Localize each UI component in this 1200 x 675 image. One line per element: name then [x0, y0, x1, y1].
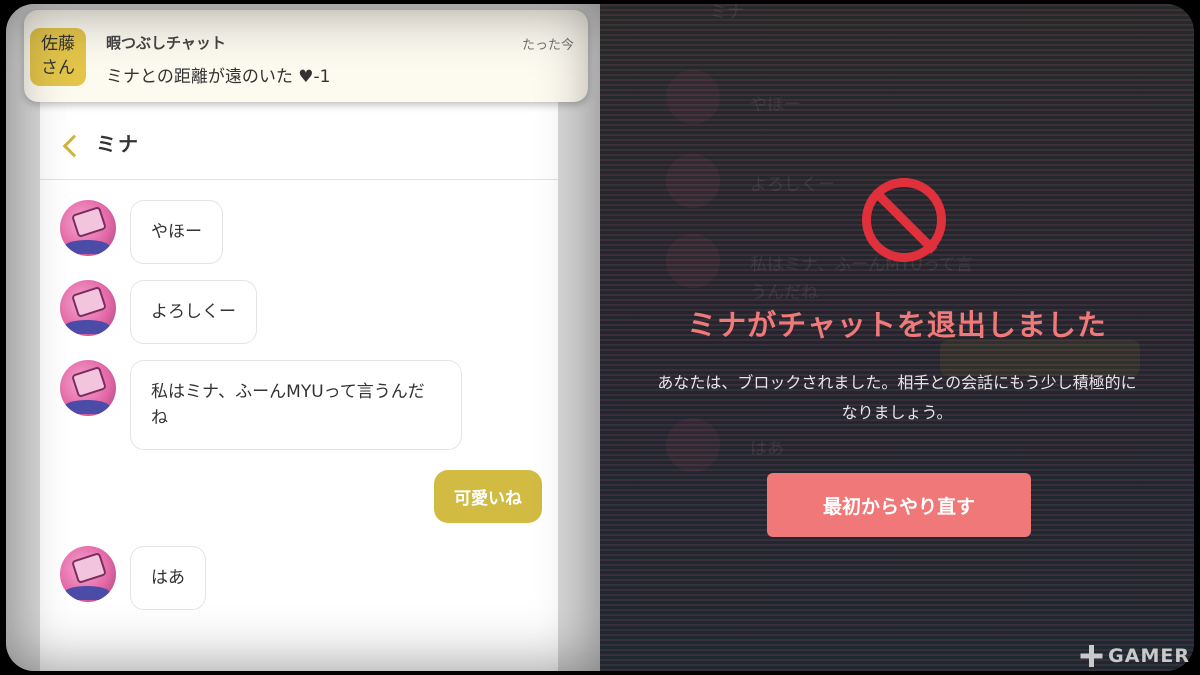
ghost-text: うんだね: [750, 283, 818, 303]
push-notification[interactable]: 佐藤 さん 暇つぶしチャット たった今 ミナとの距離が遠のいた ♥-1: [24, 10, 588, 102]
ghost-text: やほー: [750, 95, 801, 115]
message-bubble: 私はミナ、ふーんMYUって言うんだね: [130, 360, 462, 450]
sender-suffix: さん: [41, 58, 75, 78]
chat-title: ミナ: [96, 132, 140, 156]
ghost-avatar: [666, 234, 720, 288]
back-chevron-icon[interactable]: [60, 135, 82, 157]
sender-avatar: 佐藤 さん: [30, 28, 86, 86]
message-row: 私はミナ、ふーんMYUって言うんだね: [60, 360, 462, 450]
mina-avatar[interactable]: [60, 360, 116, 416]
message-row: よろしくー: [60, 280, 257, 344]
chat-header: ミナ: [40, 96, 558, 180]
message-bubble: はあ: [130, 546, 206, 610]
message-bubble: よろしくー: [130, 280, 257, 344]
ghost-text: 私はミナ、ふーんMYUって言: [750, 255, 973, 275]
notification-time: たった今: [521, 38, 574, 53]
watermark-text: GAMER: [1108, 645, 1190, 667]
watermark: GAMER: [1080, 645, 1190, 667]
message-bubble: やほー: [130, 200, 223, 264]
mina-avatar[interactable]: [60, 280, 116, 336]
mina-avatar[interactable]: [60, 546, 116, 602]
exit-title: ミナがチャットを退出しました: [687, 308, 1107, 342]
message-row: やほー: [60, 200, 223, 264]
blocked-overlay-panel: ミナ やほー よろしくー 私はミナ、ふーんMYUって言 うんだね はあ ミナがチ…: [600, 4, 1194, 671]
ghost-text: よろしくー: [750, 175, 835, 195]
sender-name: 佐藤: [41, 34, 75, 54]
my-message-bubble: 可愛いね: [434, 470, 542, 523]
message-row: はあ: [60, 546, 206, 610]
notification-app-name: 暇つぶしチャット: [106, 34, 226, 52]
game-screen: ミナ やほー よろしくー 私はミナ、ふーんMYUって言うんだね 可愛いね はあ …: [6, 4, 1194, 671]
chat-app-panel: ミナ やほー よろしくー 私はミナ、ふーんMYUって言うんだね 可愛いね はあ …: [6, 4, 600, 671]
notification-message: ミナとの距離が遠のいた ♥-1: [106, 67, 331, 87]
ghost-text: はあ: [750, 439, 784, 459]
restart-button[interactable]: 最初からやり直す: [767, 473, 1031, 537]
ghost-text: ミナ: [710, 4, 744, 23]
exit-description: あなたは、ブロックされました。相手との会話にもう少し積極的になりましょう。: [657, 373, 1137, 422]
ghost-avatar: [666, 154, 720, 208]
mina-avatar[interactable]: [60, 200, 116, 256]
blocked-icon: [862, 178, 946, 262]
watermark-logo-icon: [1080, 645, 1102, 667]
ghost-avatar: [666, 70, 720, 124]
